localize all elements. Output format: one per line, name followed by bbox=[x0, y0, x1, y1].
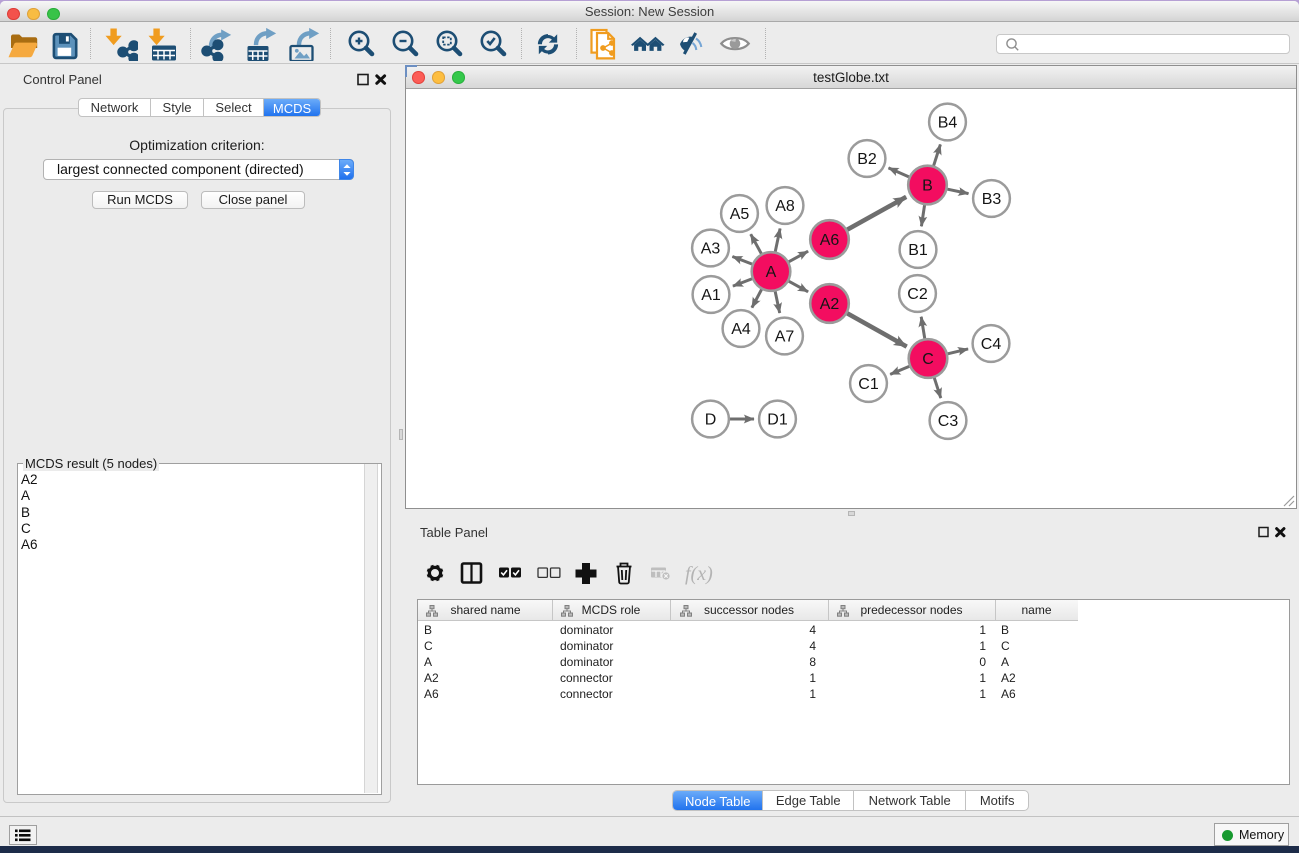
svg-text:A6: A6 bbox=[820, 232, 840, 249]
svg-text:C4: C4 bbox=[981, 336, 1002, 353]
svg-text:A7: A7 bbox=[775, 329, 795, 346]
svg-text:D1: D1 bbox=[767, 412, 788, 429]
svg-text:f(x): f(x) bbox=[685, 563, 713, 585]
svg-text:D: D bbox=[705, 412, 717, 429]
svg-text:B2: B2 bbox=[857, 151, 877, 168]
svg-text:A8: A8 bbox=[775, 198, 795, 215]
svg-text:B1: B1 bbox=[908, 242, 928, 259]
svg-text:C1: C1 bbox=[858, 376, 879, 393]
svg-text:A2: A2 bbox=[820, 296, 840, 313]
svg-text:C3: C3 bbox=[938, 413, 959, 430]
svg-text:A5: A5 bbox=[730, 206, 750, 223]
svg-text:A4: A4 bbox=[731, 321, 751, 338]
svg-text:A1: A1 bbox=[701, 287, 721, 304]
svg-text:A3: A3 bbox=[701, 241, 721, 258]
svg-text:B: B bbox=[922, 178, 933, 195]
svg-text:C2: C2 bbox=[907, 286, 928, 303]
svg-text:A: A bbox=[766, 264, 777, 281]
svg-text:B3: B3 bbox=[982, 191, 1002, 208]
svg-text:C: C bbox=[922, 351, 934, 368]
svg-text:B4: B4 bbox=[938, 115, 958, 132]
